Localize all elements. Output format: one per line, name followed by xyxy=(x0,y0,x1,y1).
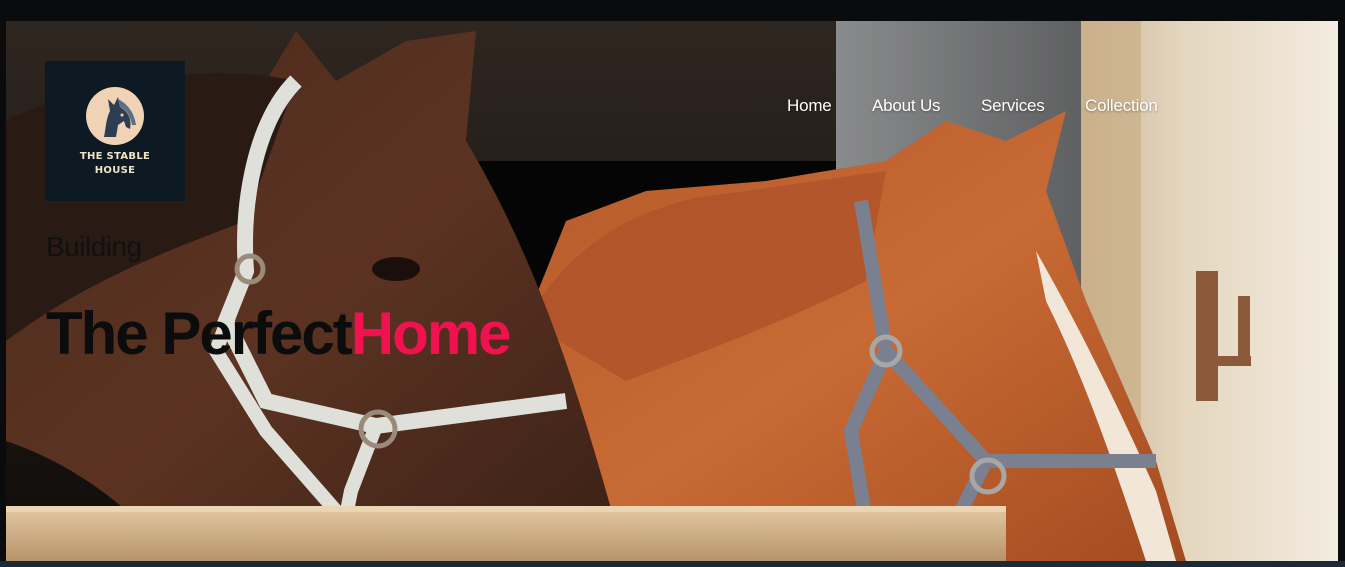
nav-collection-link[interactable]: Collection xyxy=(1085,96,1158,116)
main-nav: Home About Us Services Collection xyxy=(6,96,1338,118)
nav-about-us-link[interactable]: About Us xyxy=(872,96,941,116)
hero-headline-accent: Home xyxy=(350,300,512,367)
nav-services-link[interactable]: Services xyxy=(981,96,1045,116)
hero-kicker: Building xyxy=(46,231,142,262)
page-bottom-strip xyxy=(0,561,1345,567)
hero-banner: THE STABLE HOUSE Home About Us Services … xyxy=(6,21,1338,561)
hero-headline: The PerfectHome xyxy=(46,299,512,368)
logo-text: THE STABLE HOUSE xyxy=(80,150,150,178)
logo-line-1: THE STABLE xyxy=(79,150,151,162)
hero-headline-main: The Perfect xyxy=(46,300,353,367)
logo-line-2: HOUSE xyxy=(94,164,136,176)
nav-home-link[interactable]: Home xyxy=(787,96,832,116)
site-logo[interactable]: THE STABLE HOUSE xyxy=(45,61,185,201)
